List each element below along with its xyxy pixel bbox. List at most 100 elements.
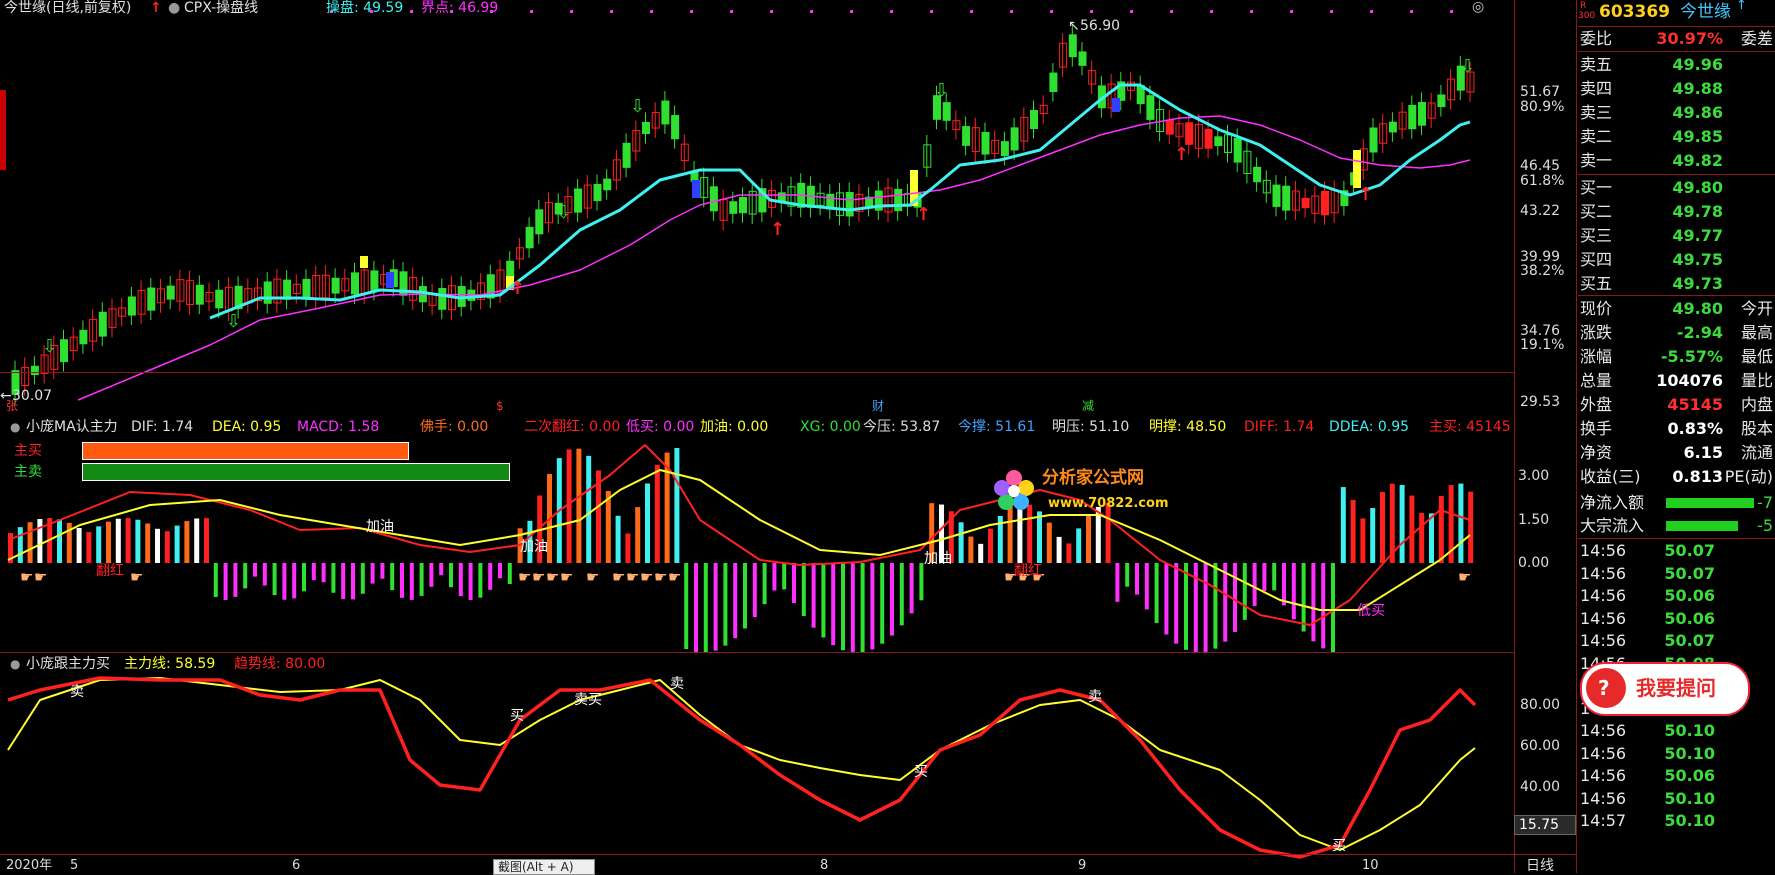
candle (147, 287, 156, 311)
macd-bar (1272, 563, 1277, 591)
gear-icon[interactable]: ● (10, 419, 20, 435)
tick-price: 50.06 (1664, 608, 1715, 628)
macd-bar (1174, 563, 1179, 644)
candle (127, 296, 136, 316)
stat-label: 总量 (1580, 371, 1613, 390)
trend-title[interactable]: 小庞跟主力买 (26, 656, 110, 672)
close-circle-icon[interactable]: ◎ (1472, 0, 1484, 15)
stat-label-right: 流通 (1740, 443, 1773, 462)
signal-dot (1210, 10, 1213, 13)
macd-bar (919, 563, 924, 601)
macd-bar (1223, 563, 1228, 642)
signal-label: 卖 (670, 676, 684, 692)
signal-dot (730, 10, 733, 13)
macd-bar (1291, 563, 1296, 620)
event-marker[interactable]: $ (496, 398, 504, 414)
gear-icon[interactable]: ● (10, 656, 20, 672)
ask-label: 卖一 (1580, 151, 1613, 170)
bid-value: 49.77 (1672, 226, 1723, 245)
hand-icon: ☛ (20, 568, 33, 586)
macd-bar (909, 563, 914, 614)
price-axis-label: 29.53 (1520, 394, 1561, 410)
candle (1418, 101, 1426, 126)
high-arrow-icon: ↖ (1068, 18, 1080, 34)
macd-bar (1468, 491, 1474, 563)
weibi-value: 30.97% (1656, 29, 1723, 48)
gear-icon[interactable]: ● (168, 0, 180, 16)
macd-bar (1340, 487, 1346, 563)
macd-title[interactable]: 小庞MA认主力 (26, 419, 118, 435)
candle (1272, 184, 1281, 207)
signal-dot (650, 10, 653, 13)
macd-bar (213, 563, 218, 597)
macd-bar (1233, 563, 1237, 632)
ma-line-long (77, 115, 1471, 401)
weicha-label: 委差 (1740, 29, 1773, 48)
signal-dot (1010, 10, 1013, 13)
macd-bar (566, 449, 572, 563)
stat-label: 现价 (1580, 299, 1613, 318)
signal-candle (360, 256, 368, 268)
net-inflow-value: -7 (1757, 493, 1773, 512)
trend-line (7, 676, 1477, 859)
weibi-row: 委比 30.97% 委差 (1578, 28, 1775, 50)
signal-dot (1050, 10, 1053, 13)
big-inflow-value: -5 (1757, 516, 1773, 535)
signal-label: 卖 (1088, 689, 1102, 705)
candle (1321, 190, 1329, 216)
macd-bar (439, 563, 444, 576)
main-force-line (7, 677, 1476, 851)
mingcheng-value: 明撑: 48.50 (1149, 419, 1227, 435)
stat-value: 6.15 (1683, 443, 1723, 462)
macd-bar (1370, 507, 1376, 563)
macd-bar (1164, 563, 1169, 635)
event-marker[interactable]: 财 (872, 398, 884, 414)
macd-bar (684, 563, 689, 650)
tick-row: 14:56 50.06 (1578, 585, 1775, 607)
period-tab[interactable]: 日线 (1526, 858, 1554, 874)
candle (1000, 141, 1009, 157)
candle (30, 365, 39, 375)
candle (283, 279, 292, 300)
stat-value: 0.83% (1667, 419, 1723, 438)
tick-time: 14:56 (1580, 721, 1627, 740)
macd-bar (419, 563, 424, 596)
macd-bar (821, 563, 826, 638)
index-badge: 300 (1578, 11, 1596, 21)
macd-bar (164, 531, 170, 563)
caopan-value: 操盘: 49.59 (326, 0, 404, 16)
candle (1388, 121, 1397, 133)
indicator-name[interactable]: CPX-操盘线 (184, 0, 258, 16)
stat-label: 涨跌 (1580, 323, 1613, 342)
chart-canvas[interactable]: ↑↑↑↑↑⇩⇩⇩⇩⇩⇩☛ ☛ ☛ ☛ ☛ ☛ ☛ ☛ ☛ ☛ ☛ ☛ ☛ ☛ ☛ ☛ ☛ (0, 0, 1515, 873)
ask-value: 49.85 (1672, 127, 1723, 146)
bid-row: 买三 49.77 (1578, 225, 1775, 247)
macd-bar (57, 519, 62, 563)
candle (593, 183, 602, 202)
net-inflow-label: 净流入额 (1580, 493, 1645, 512)
hand-icon: ☛ (640, 568, 653, 586)
stat-label-right: 最高 (1740, 323, 1773, 342)
signal-dot (570, 10, 573, 13)
event-marker[interactable]: 减 (1082, 398, 1094, 414)
macd-bar (576, 448, 582, 563)
hand-icon: ☛ (1458, 568, 1471, 586)
candle (1030, 109, 1038, 130)
hand-icon: ☛ (612, 568, 625, 586)
tick-price: 50.10 (1664, 811, 1715, 830)
stat-label: 涨幅 (1580, 347, 1613, 366)
bid-label: 买四 (1580, 250, 1613, 269)
macd-bar (468, 563, 473, 600)
hand-icon: ☛ (626, 568, 639, 586)
stat-value: -2.94 (1676, 323, 1723, 342)
tick-price: 50.07 (1664, 631, 1715, 650)
event-marker[interactable]: 张 (6, 398, 18, 414)
macd-bar (321, 563, 326, 583)
candle (166, 285, 175, 300)
candle (1068, 34, 1077, 58)
net-inflow-bar (1666, 498, 1754, 508)
erci-value: 二次翻红: 0.00 (524, 419, 621, 435)
ask-row: 卖一 49.82 (1578, 150, 1775, 172)
macd-bar (1399, 484, 1405, 563)
ask-question-button[interactable]: ? 我要提问 (1580, 662, 1750, 716)
